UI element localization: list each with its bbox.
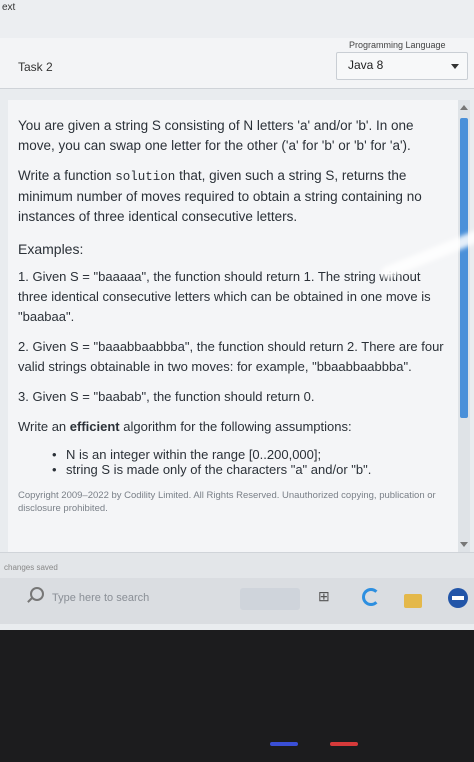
efficient-pre: Write an [18, 419, 70, 434]
assumption-2: string S is made only of the characters … [66, 462, 372, 477]
search-icon[interactable] [30, 587, 44, 601]
examples-title: Examples: [18, 241, 84, 257]
browser-tab[interactable]: ext [2, 2, 15, 13]
task-title: Task 2 [18, 60, 53, 74]
status-bar: changes saved [0, 552, 474, 579]
language-label: Programming Language [349, 40, 446, 50]
pinned-apps-icon[interactable] [240, 588, 300, 610]
panel-scrollbar[interactable] [458, 100, 470, 552]
list-item: • string S is made only of the characters… [18, 462, 450, 477]
language-select[interactable]: Java 8 [336, 52, 468, 80]
task-view-icon[interactable]: ⊞ [318, 588, 330, 605]
browser-top-bar: ext [0, 0, 474, 39]
problem-intro: You are given a string S consisting of N… [18, 118, 414, 153]
problem-task: Write a function solution that, given su… [18, 166, 450, 227]
task-header: Task 2 Programming Language Java 8 [0, 38, 474, 89]
scroll-down-icon[interactable] [460, 542, 468, 547]
efficient-line: Write an efficient algorithm for the fol… [18, 417, 450, 437]
file-explorer-icon[interactable] [404, 594, 422, 608]
language-value: Java 8 [348, 58, 384, 72]
problem-panel: You are given a string S consisting of N… [8, 100, 458, 552]
save-status: changes saved [4, 563, 58, 572]
bezel-light-icon [270, 742, 298, 746]
assumption-1: N is an integer within the range [0..200… [66, 447, 322, 462]
efficient-bold: efficient [69, 419, 120, 434]
bullet-icon: • [52, 462, 57, 477]
task-text-pre: Write a function [18, 168, 116, 183]
scroll-thumb[interactable] [460, 118, 468, 418]
scroll-up-icon[interactable] [460, 105, 468, 110]
function-name: solution [115, 170, 176, 184]
screen: ext Task 2 Programming Language Java 8 Y… [0, 0, 474, 630]
problem-content: You are given a string S consisting of N… [18, 116, 450, 515]
copyright-notice: Copyright 2009–2022 by Codility Limited.… [18, 490, 436, 514]
bezel-light-icon [330, 742, 358, 746]
assumptions-list: • N is an integer within the range [0..20… [18, 447, 450, 477]
bullet-icon: • [52, 447, 57, 462]
list-item: • N is an integer within the range [0..20… [18, 447, 450, 462]
taskbar-search-input[interactable]: Type here to search [52, 592, 149, 604]
chevron-down-icon [451, 64, 459, 69]
efficient-post: algorithm for the following assumptions: [119, 419, 352, 434]
example-2: 2. Given S = "baaabbaabbba", the functio… [18, 339, 444, 374]
app-icon[interactable] [448, 588, 468, 608]
example-3: 3. Given S = "baabab", the function shou… [18, 389, 315, 404]
edge-browser-icon[interactable] [362, 588, 380, 606]
windows-taskbar: Type here to search ⊞ [0, 578, 474, 624]
